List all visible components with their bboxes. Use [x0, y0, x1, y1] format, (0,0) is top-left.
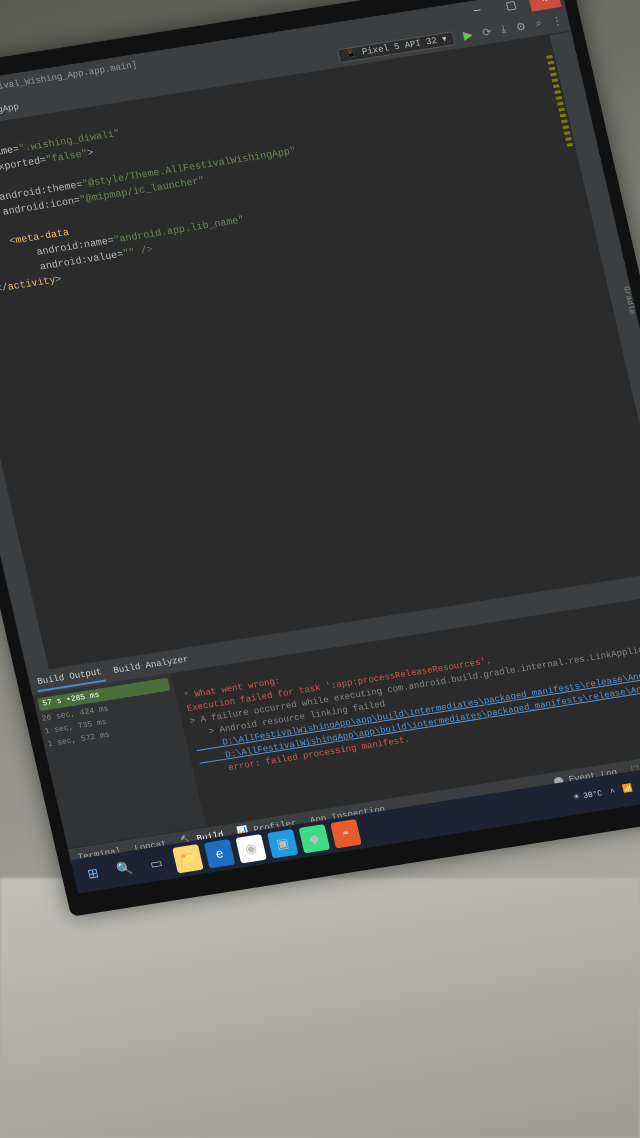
taskview-icon[interactable]: ▭: [141, 849, 173, 878]
android-studio-icon[interactable]: ◆: [299, 824, 331, 853]
code-editor[interactable]: android:name=".wishing_diwali" android:e…: [0, 35, 640, 669]
minimize-button[interactable]: —: [461, 0, 495, 22]
stop-icon[interactable]: ⤓: [500, 23, 508, 35]
app-icon-2[interactable]: ◓: [330, 819, 362, 848]
tray-chevron-icon[interactable]: ˄: [609, 787, 616, 797]
gear-icon[interactable]: ⚙: [515, 19, 528, 34]
android-studio-window: ...Lxml [All_Festival_Wishing_App.app.ma…: [0, 0, 640, 893]
search-taskbar-icon[interactable]: 🔍: [109, 854, 141, 883]
wifi-icon[interactable]: 📶: [622, 783, 634, 794]
edge-icon[interactable]: e: [204, 839, 236, 868]
start-button[interactable]: ⊞: [77, 859, 109, 888]
explorer-icon[interactable]: 📁: [172, 844, 204, 873]
chrome-icon[interactable]: ◉: [235, 834, 267, 863]
more-icon[interactable]: ⋮: [550, 14, 564, 29]
app-icon-1[interactable]: ▣: [267, 829, 299, 858]
run-button[interactable]: ▶: [462, 27, 475, 43]
search-icon[interactable]: ⌕: [534, 18, 543, 31]
sync-icon[interactable]: ⟳: [481, 25, 493, 40]
weather-widget[interactable]: ☀ 30°C: [572, 788, 603, 802]
